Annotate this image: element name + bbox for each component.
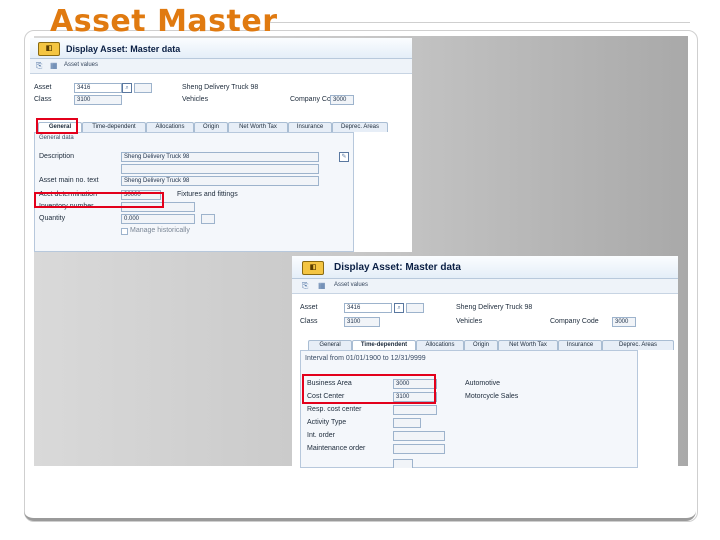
activity-type-label: Activity Type — [307, 419, 347, 426]
tab-time-dependent[interactable]: Time-dependent — [352, 340, 416, 350]
asset-main-text-field[interactable]: Sheng Delivery Truck 98 — [121, 176, 319, 186]
company-code-field[interactable]: 3000 — [612, 317, 636, 327]
highlight-acct-determination — [34, 192, 164, 208]
long-text-icon[interactable]: ✎ — [339, 152, 349, 162]
asset-values-button[interactable]: Asset values — [64, 62, 98, 68]
tab-net-worth-tax[interactable]: Net Worth Tax — [498, 340, 558, 350]
time-dependent-group: Interval from 01/01/1900 to 12/31/9999 B… — [300, 350, 638, 468]
company-code-label: Company Code — [550, 318, 599, 325]
tab-allocations[interactable]: Allocations — [416, 340, 464, 350]
asset-subnumber-field[interactable] — [406, 303, 424, 313]
asset-description: Sheng Delivery Truck 98 — [182, 84, 259, 91]
tab-deprec-areas[interactable]: Deprec. Areas — [602, 340, 674, 350]
toolbar: ⎘ ▦ Asset values — [292, 279, 678, 294]
asset-label: Asset — [300, 304, 318, 311]
sap-window-time-dependent: ◧ Display Asset: Master data ⎘ ▦ Asset v… — [292, 256, 678, 468]
tab-allocations[interactable]: Allocations — [146, 122, 194, 132]
asset-field[interactable]: 3416 — [344, 303, 392, 313]
group-title: General data — [39, 135, 74, 141]
asset-main-text-label: Asset main no. text — [39, 177, 99, 184]
tab-origin[interactable]: Origin — [194, 122, 228, 132]
tab-strip: General Time-dependent Allocations Origi… — [292, 340, 678, 350]
asset-field[interactable]: 3416 — [74, 83, 122, 93]
window-title: Display Asset: Master data — [334, 262, 461, 273]
company-code-field[interactable]: 3000 — [330, 95, 354, 105]
class-description: Vehicles — [182, 96, 209, 103]
class-label: Class — [34, 96, 52, 103]
class-description: Vehicles — [456, 318, 483, 325]
highlight-general-tab — [36, 118, 78, 134]
tab-time-dependent[interactable]: Time-dependent — [82, 122, 146, 132]
other-object-icon[interactable]: ⎘ — [302, 281, 308, 291]
sap-app-icon: ◧ — [38, 42, 60, 56]
quantity-field[interactable]: 0.000 — [121, 214, 195, 224]
class-field[interactable]: 3100 — [74, 95, 122, 105]
asset-values-icon[interactable]: ▦ — [318, 281, 326, 290]
tab-insurance[interactable]: Insurance — [288, 122, 332, 132]
search-help-icon[interactable]: ⌕ — [394, 303, 404, 313]
asset-description: Sheng Delivery Truck 98 — [456, 304, 533, 311]
window-titlebar: ◧ Display Asset: Master data — [292, 256, 678, 279]
maintenance-order-field[interactable] — [393, 444, 445, 454]
title-rule — [270, 22, 690, 23]
sap-app-icon: ◧ — [302, 261, 324, 275]
acct-determination-description: Fixtures and fittings — [177, 191, 238, 198]
description-label: Description — [39, 153, 75, 160]
business-area-description: Automotive — [465, 380, 501, 387]
maintenance-order-label: Maintenance order — [307, 445, 366, 452]
other-object-icon[interactable]: ⎘ — [36, 61, 42, 71]
toolbar: ⎘ ▦ Asset values — [30, 59, 412, 74]
activity-type-field[interactable] — [393, 418, 421, 428]
description-field[interactable]: Sheng Delivery Truck 98 — [121, 152, 319, 162]
int-order-field[interactable] — [393, 431, 445, 441]
tab-net-worth-tax[interactable]: Net Worth Tax — [228, 122, 288, 132]
class-label: Class — [300, 318, 318, 325]
class-field[interactable]: 3100 — [344, 317, 380, 327]
highlight-business-area-cost-center — [302, 374, 436, 404]
search-help-icon[interactable]: ⌕ — [122, 83, 132, 93]
window-title: Display Asset: Master data — [66, 44, 181, 54]
asset-values-button[interactable]: Asset values — [334, 282, 368, 288]
resp-cost-center-label: Resp. cost center — [307, 406, 362, 413]
manage-historically-checkbox[interactable] — [121, 228, 128, 235]
unit-field[interactable] — [201, 214, 215, 224]
tab-deprec-areas[interactable]: Deprec. Areas — [332, 122, 388, 132]
quantity-label: Quantity — [39, 215, 66, 222]
window-titlebar: ◧ Display Asset: Master data — [30, 38, 412, 59]
description-field-2[interactable] — [121, 164, 319, 174]
manage-historically-label: Manage historically — [130, 227, 190, 234]
sap-window-general: ◧ Display Asset: Master data ⎘ ▦ Asset v… — [30, 38, 412, 252]
int-order-label: Int. order — [307, 432, 336, 439]
tab-origin[interactable]: Origin — [464, 340, 498, 350]
asset-label: Asset — [34, 84, 52, 91]
extra-field[interactable] — [393, 459, 413, 468]
slide-title: Asset Master — [50, 4, 278, 39]
tab-general[interactable]: General — [308, 340, 352, 350]
cost-center-description: Motorcycle Sales — [465, 393, 519, 400]
interval-label: Interval from 01/01/1900 to 12/31/9999 — [305, 355, 426, 362]
asset-subnumber-field[interactable] — [134, 83, 152, 93]
tab-insurance[interactable]: Insurance — [558, 340, 602, 350]
resp-cost-center-field[interactable] — [393, 405, 437, 415]
tab-strip: General Time-dependent Allocations Origi… — [30, 122, 412, 132]
asset-values-icon[interactable]: ▦ — [50, 61, 58, 70]
slide-frame-shadow — [24, 508, 696, 521]
